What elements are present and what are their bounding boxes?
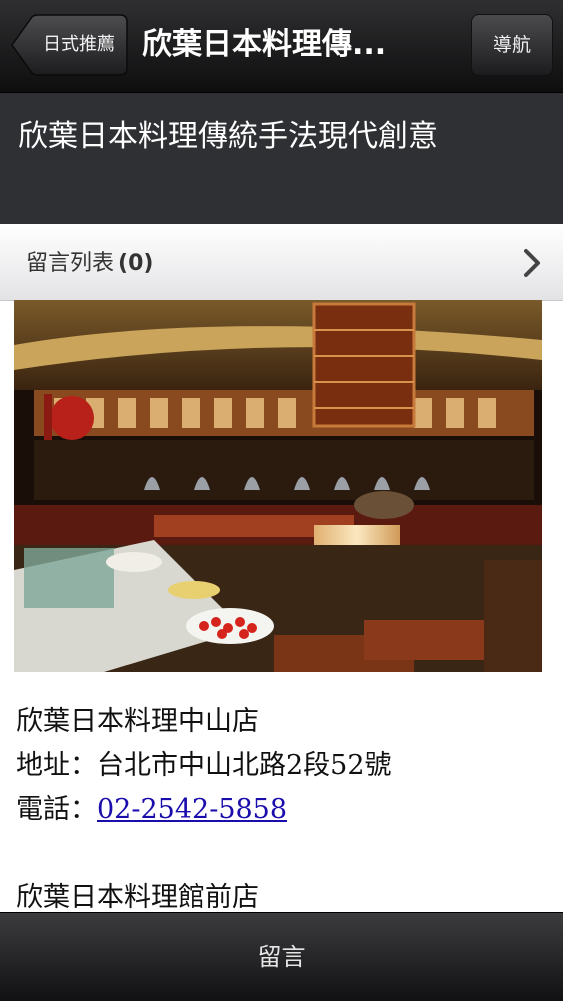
comment-button[interactable]: 留言 xyxy=(0,913,563,1001)
comments-label-text: 留言列表 xyxy=(26,251,115,276)
phone-prefix: 電話： xyxy=(16,794,97,825)
comments-list-label: 留言列表 (0) xyxy=(26,224,153,300)
phone-link[interactable]: 02-2542-5858 xyxy=(97,794,287,825)
comments-list-row[interactable]: 留言列表 (0) xyxy=(0,224,563,301)
nav-bar: 日式推薦 欣葉日本料理傳... 導航 xyxy=(0,0,563,93)
restaurant-headline: 欣葉日本料理傳統手法現代創意 xyxy=(18,119,438,154)
store-address: 地址：台北市中山北路2段52號 xyxy=(16,750,392,781)
comments-count: (0) xyxy=(118,251,154,276)
page-title: 欣葉日本料理傳... xyxy=(142,27,387,62)
store-info: 欣葉日本料理中山店 地址：台北市中山北路2段52號 電話：02-2542-585… xyxy=(16,700,546,920)
store-name: 欣葉日本料理中山店 xyxy=(16,706,259,737)
chevron-right-icon xyxy=(524,249,540,277)
restaurant-photo xyxy=(14,300,542,672)
back-button[interactable]: 日式推薦 xyxy=(10,14,128,76)
navigate-button[interactable]: 導航 xyxy=(471,14,553,76)
header-band: 欣葉日本料理傳統手法現代創意 xyxy=(0,93,563,224)
back-button-label: 日式推薦 xyxy=(43,34,115,55)
bottom-bar: 留言 xyxy=(0,912,563,1001)
store-phone-line: 電話：02-2542-5858 xyxy=(16,788,546,832)
